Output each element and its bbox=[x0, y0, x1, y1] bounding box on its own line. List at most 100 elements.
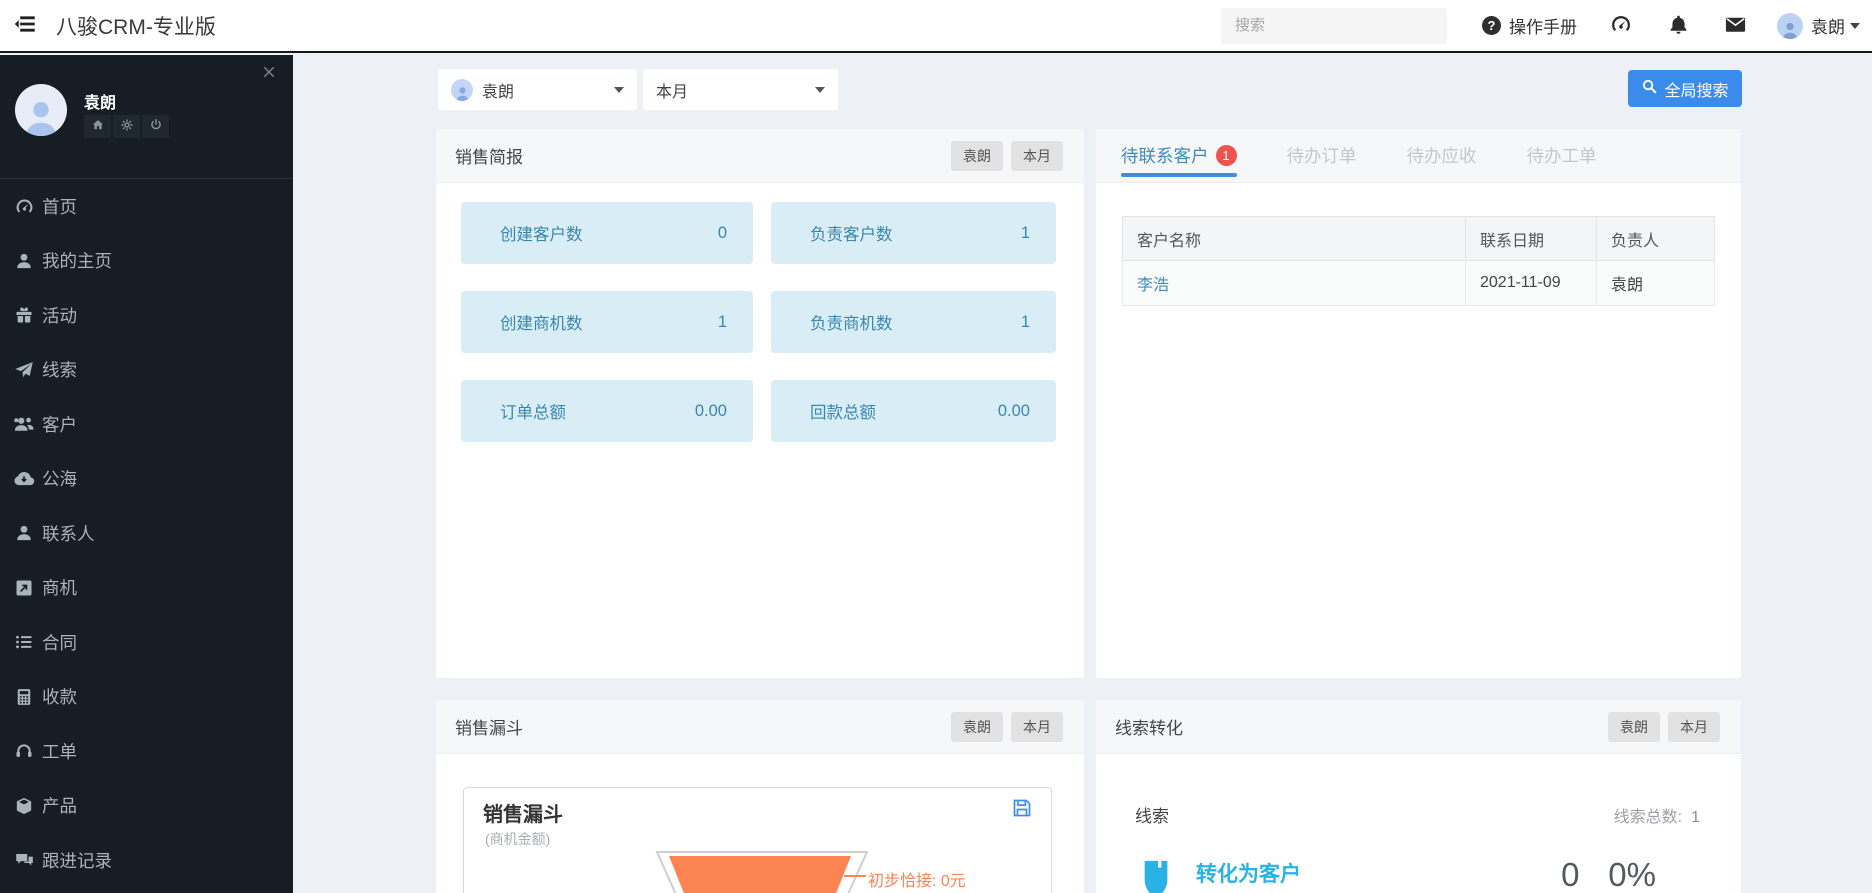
sidebar: 袁朗 首页 我的主页 活动 线索 客户 公海 联系人 商机 合同 收款 工单 产… bbox=[0, 55, 293, 893]
messages-button[interactable] bbox=[1722, 13, 1748, 39]
sidebar-toggle-button[interactable] bbox=[5, 6, 45, 46]
floppy-save-icon bbox=[1010, 799, 1034, 823]
home-shortcut-button[interactable] bbox=[84, 115, 111, 138]
tab-count-badge: 1 bbox=[1215, 145, 1237, 166]
funnel-owner-button[interactable]: 袁朗 bbox=[951, 711, 1003, 742]
lead-total-label: 线索总数: bbox=[1613, 808, 1683, 826]
funnel-period-button[interactable]: 本月 bbox=[1011, 711, 1063, 742]
save-image-button[interactable] bbox=[1009, 796, 1035, 822]
manual-link[interactable]: ? 操作手册 bbox=[1482, 13, 1577, 38]
stat-value: 0 bbox=[717, 223, 727, 242]
stat-order-total: 订单总额 0.00 bbox=[461, 380, 753, 442]
convert-item-title[interactable]: 转化为客户 bbox=[1196, 858, 1376, 888]
table-row: 李浩 2021-11-09 袁朗 bbox=[1122, 260, 1715, 306]
sidebar-item-label: 商机 bbox=[42, 578, 77, 599]
converted-count: 0 bbox=[1561, 856, 1580, 893]
sales-brief-body: 创建客户数 0 负责客户数 1 创建商机数 1 负责商机数 1 订单总额 0.0… bbox=[436, 183, 1084, 442]
sidebar-item-customers[interactable]: 客户 bbox=[0, 397, 293, 452]
cloud-download-icon bbox=[13, 468, 35, 490]
user-icon bbox=[13, 522, 35, 544]
sidebar-item-label: 线索 bbox=[42, 360, 77, 381]
convert-to-customer-item: 转化为客户 转化为客户的线索数转化率 0 客户 0% 转化 bbox=[1140, 858, 1741, 893]
sidebar-item-contracts[interactable]: 合同 bbox=[0, 615, 293, 670]
tab-pending-receivables[interactable]: 待办应收 bbox=[1407, 129, 1477, 182]
sidebar-item-label: 合同 bbox=[42, 632, 77, 653]
lead-total-value: 1 bbox=[1691, 808, 1700, 826]
users-icon bbox=[13, 413, 35, 435]
caret-down-icon bbox=[614, 86, 624, 93]
sidebar-item-label: 公海 bbox=[42, 469, 77, 490]
sidebar-item-label: 活动 bbox=[42, 305, 77, 326]
period-filter-value: 本月 bbox=[656, 83, 689, 101]
search-icon bbox=[1641, 78, 1658, 100]
convert-item-text: 转化为客户 转化为客户的线索数转化率 bbox=[1196, 858, 1376, 893]
hamburger-collapse-icon bbox=[12, 11, 38, 40]
sidebar-item-label: 客户 bbox=[42, 414, 77, 435]
sidebar-item-work-orders[interactable]: 工单 bbox=[0, 724, 293, 779]
owner-cell: 袁朗 bbox=[1596, 260, 1715, 306]
dashboard-nav-button[interactable] bbox=[1608, 13, 1634, 39]
crm-dashboard: 八骏CRM-专业版 ? 操作手册 bbox=[0, 0, 1872, 893]
logout-shortcut-button[interactable] bbox=[142, 115, 169, 138]
brief-owner-button[interactable]: 袁朗 bbox=[951, 140, 1003, 171]
stat-value: 0.00 bbox=[997, 401, 1030, 420]
sidebar-item-leads[interactable]: 线索 bbox=[0, 343, 293, 398]
power-icon bbox=[149, 118, 163, 135]
envelope-icon bbox=[1724, 13, 1747, 39]
user-menu[interactable]: 袁朗 bbox=[1777, 12, 1860, 39]
notifications-button[interactable] bbox=[1665, 13, 1691, 39]
app-title: 八骏CRM-专业版 bbox=[56, 15, 216, 39]
stat-value: 1 bbox=[1020, 223, 1030, 242]
funnel-chart-subtitle: (商机金额) bbox=[485, 831, 551, 847]
stat-created-opportunities: 创建商机数 1 bbox=[461, 291, 753, 353]
col-contact-date: 联系日期 bbox=[1465, 216, 1597, 261]
tab-customers-to-contact[interactable]: 待联系客户 1 bbox=[1121, 129, 1237, 182]
conversion-rate-column: 0% 转化 bbox=[1608, 858, 1656, 893]
card-title: 销售简报 bbox=[455, 148, 523, 167]
user-avatar-icon bbox=[451, 78, 473, 101]
sidebar-item-products[interactable]: 产品 bbox=[0, 779, 293, 834]
sidebar-item-home[interactable]: 首页 bbox=[0, 179, 293, 234]
sidebar-item-opportunities[interactable]: 商机 bbox=[0, 561, 293, 616]
sidebar-item-label: 工单 bbox=[42, 741, 77, 762]
col-customer-name: 客户名称 bbox=[1122, 216, 1466, 261]
funnel-stage-label: 初步恰接: 0元 bbox=[868, 873, 966, 890]
tab-pending-orders[interactable]: 待办订单 bbox=[1287, 129, 1357, 182]
funnel-chart: 销售漏斗 (商机金额) 初步恰接: 0元 bbox=[463, 787, 1052, 893]
sidebar-item-my-page[interactable]: 我的主页 bbox=[0, 234, 293, 289]
funnel-label-connector bbox=[844, 875, 866, 877]
headset-icon bbox=[13, 740, 35, 762]
sales-funnel-card: 销售漏斗 袁朗 本月 销售漏斗 (商机金额) 初步恰接: 0元 bbox=[436, 700, 1084, 893]
navbar-search-input[interactable] bbox=[1221, 7, 1447, 44]
period-filter-select[interactable]: 本月 bbox=[643, 69, 838, 110]
customer-link[interactable]: 李浩 bbox=[1137, 277, 1169, 294]
lead-period-button[interactable]: 本月 bbox=[1668, 711, 1720, 742]
sidebar-item-activities[interactable]: 活动 bbox=[0, 288, 293, 343]
sidebar-item-public-pool[interactable]: 公海 bbox=[0, 452, 293, 507]
sidebar-item-contacts[interactable]: 联系人 bbox=[0, 506, 293, 561]
sidebar-item-follow-records[interactable]: 跟进记录 bbox=[0, 833, 293, 888]
top-navbar: 八骏CRM-专业版 ? 操作手册 bbox=[0, 0, 1872, 53]
stat-label: 负责商机数 bbox=[810, 315, 893, 333]
question-circle-icon: ? bbox=[1482, 16, 1501, 35]
sales-brief-card: 销售简报 袁朗 本月 创建客户数 0 负责客户数 1 创建商机数 1 负责商机数… bbox=[436, 129, 1084, 678]
brief-period-button[interactable]: 本月 bbox=[1011, 140, 1063, 171]
sidebar-item-label: 跟进记录 bbox=[42, 850, 112, 871]
funnel-card-header: 销售漏斗 袁朗 本月 bbox=[436, 700, 1084, 754]
owner-filter-select[interactable]: 袁朗 bbox=[438, 69, 637, 110]
stat-label: 创建客户数 bbox=[500, 226, 583, 244]
stat-value: 1 bbox=[717, 312, 727, 331]
settings-shortcut-button[interactable] bbox=[113, 115, 140, 138]
stat-label: 创建商机数 bbox=[500, 315, 583, 333]
todo-card: 待联系客户 1 待办订单 待办应收 待办工单 客户名称 联系日期 负责人 李浩 … bbox=[1096, 129, 1741, 678]
stat-label: 回款总额 bbox=[810, 404, 876, 422]
tachometer-icon bbox=[1609, 12, 1633, 39]
sales-brief-header: 销售简报 袁朗 本月 bbox=[436, 129, 1084, 183]
sidebar-item-payments[interactable]: 收款 bbox=[0, 670, 293, 725]
global-search-button[interactable]: 全局搜索 bbox=[1628, 70, 1742, 107]
sidebar-item-label: 联系人 bbox=[42, 523, 95, 544]
lead-owner-button[interactable]: 袁朗 bbox=[1608, 711, 1660, 742]
stat-payment-total: 回款总额 0.00 bbox=[771, 380, 1056, 442]
tab-pending-work-orders[interactable]: 待办工单 bbox=[1527, 129, 1597, 182]
caret-down-icon bbox=[1850, 22, 1860, 29]
